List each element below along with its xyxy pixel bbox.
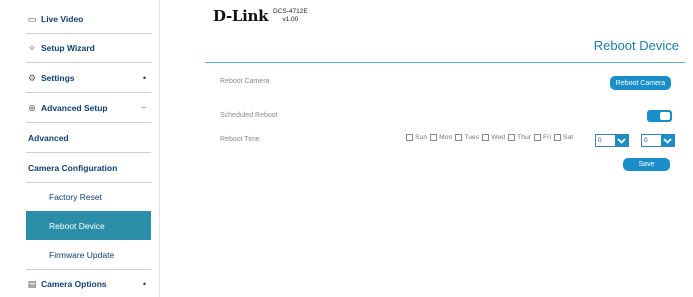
firmware-version: v1.00 bbox=[282, 16, 299, 23]
checkbox[interactable] bbox=[406, 134, 413, 141]
sidebar-item-firmware-update[interactable]: Firmware Update bbox=[26, 241, 151, 270]
sidebar-item-label: Advanced bbox=[28, 133, 69, 143]
sidebar-item-setup-wizard[interactable]: ✧ Setup Wizard bbox=[26, 34, 151, 63]
video-icon: ▭ bbox=[27, 13, 37, 24]
sidebar-item-label: Advanced Setup bbox=[41, 103, 108, 113]
sidebar-item-label: Setup Wizard bbox=[41, 43, 95, 53]
reboot-camera-button[interactable]: Reboot Camera bbox=[610, 76, 671, 90]
sidebar: ▭ Live Video ✧ Setup Wizard ⚙ Settings •… bbox=[0, 0, 160, 297]
day-label: Wed bbox=[491, 134, 506, 141]
minute-select[interactable]: 0 bbox=[641, 134, 675, 147]
day-mon[interactable]: Mon bbox=[430, 134, 452, 141]
sidebar-item-label: Camera Configuration bbox=[28, 163, 118, 173]
day-sun[interactable]: Sun bbox=[406, 134, 427, 141]
checkbox[interactable] bbox=[534, 134, 542, 141]
expand-icon: • bbox=[142, 73, 146, 83]
gear-icon: ⚙ bbox=[27, 72, 37, 83]
day-label: Mon bbox=[439, 134, 453, 141]
sidebar-item-label: Settings bbox=[41, 73, 75, 83]
checkbox[interactable] bbox=[455, 134, 463, 141]
reboot-camera-label: Reboot Camera bbox=[220, 78, 270, 85]
day-label: Tues bbox=[464, 134, 480, 141]
day-label: Sat bbox=[562, 134, 574, 141]
expand-icon: • bbox=[142, 279, 146, 289]
chevron-down-icon bbox=[661, 135, 674, 146]
sidebar-item-settings[interactable]: ⚙ Settings • bbox=[26, 64, 151, 93]
page-title: Reboot Device bbox=[593, 38, 679, 53]
advanced-icon: ⊛ bbox=[28, 102, 36, 113]
camera-options-icon: ▤ bbox=[27, 278, 37, 289]
scheduled-reboot-label: Scheduled Reboot bbox=[220, 112, 278, 119]
model-info: DCS-4712E v1.00 bbox=[273, 8, 308, 24]
reboot-time-label: Reboot Time bbox=[220, 136, 260, 143]
day-sat[interactable]: Sat bbox=[553, 134, 574, 141]
checkbox[interactable] bbox=[430, 134, 438, 141]
sidebar-item-reboot-device[interactable]: Reboot Device bbox=[26, 211, 151, 240]
brand-logo: D-Link bbox=[213, 7, 269, 25]
sidebar-item-label: Live Video bbox=[41, 14, 84, 24]
chevron-down-icon bbox=[615, 135, 628, 146]
sidebar-item-advanced-setup[interactable]: ⊛ Advanced Setup – bbox=[26, 94, 151, 123]
sidebar-item-live-video[interactable]: ▭ Live Video bbox=[26, 5, 151, 34]
day-tues[interactable]: Tues bbox=[455, 134, 479, 141]
title-divider bbox=[205, 62, 685, 63]
checkbox[interactable] bbox=[553, 134, 561, 141]
day-thur[interactable]: Thur bbox=[508, 134, 531, 141]
sidebar-item-label: Firmware Update bbox=[49, 250, 115, 260]
day-label: Thur bbox=[517, 134, 532, 141]
sidebar-item-advanced[interactable]: Advanced bbox=[26, 124, 151, 153]
time-separator: : bbox=[630, 136, 632, 143]
save-button[interactable]: Save bbox=[623, 158, 670, 171]
collapse-icon: – bbox=[141, 103, 146, 112]
sidebar-item-label: Factory Reset bbox=[49, 192, 102, 202]
sidebar-item-camera-options[interactable]: ▤ Camera Options • bbox=[26, 270, 151, 297]
hour-value: 0 bbox=[598, 137, 602, 144]
day-fri[interactable]: Fri bbox=[534, 134, 551, 141]
day-label: Fri bbox=[543, 134, 551, 141]
sidebar-item-label: Camera Options bbox=[41, 279, 107, 289]
sidebar-item-camera-configuration[interactable]: Camera Configuration bbox=[26, 154, 151, 183]
model-name: DCS-4712E bbox=[273, 8, 308, 15]
checkbox[interactable] bbox=[482, 134, 490, 141]
reboot-days: Sun Mon Tues Wed Thur Fri Sat bbox=[406, 134, 576, 141]
sidebar-item-factory-reset[interactable]: Factory Reset bbox=[26, 183, 151, 212]
checkbox[interactable] bbox=[508, 134, 516, 141]
day-label: Sun bbox=[415, 134, 428, 141]
wand-icon: ✧ bbox=[28, 42, 36, 53]
scheduled-reboot-toggle[interactable] bbox=[647, 110, 672, 122]
sidebar-item-label: Reboot Device bbox=[49, 220, 105, 231]
toggle-knob bbox=[660, 112, 670, 120]
day-wed[interactable]: Wed bbox=[482, 134, 505, 141]
minute-value: 0 bbox=[644, 137, 648, 144]
hour-select[interactable]: 0 bbox=[595, 134, 629, 147]
